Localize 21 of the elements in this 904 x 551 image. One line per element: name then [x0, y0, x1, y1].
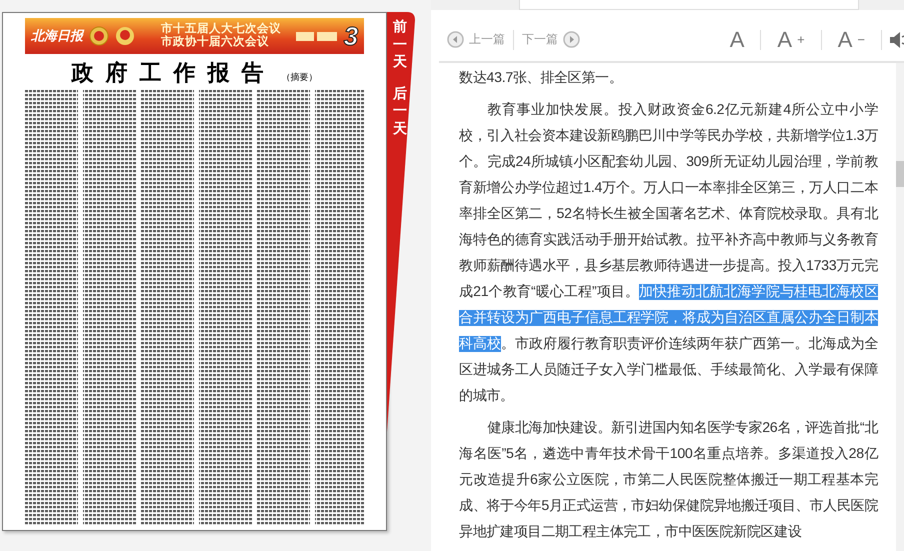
page-number: 3: [344, 23, 358, 49]
scroll-thumb[interactable]: [896, 161, 904, 187]
day-link[interactable]: 后一天: [393, 84, 408, 137]
banner-title: 市十五届人大七次会议: [161, 23, 281, 35]
font-size-button[interactable]: A: [714, 26, 760, 52]
search-field[interactable]: [519, 0, 860, 10]
headline-note: （摘要）: [282, 71, 318, 84]
scroll-bar[interactable]: [896, 63, 904, 551]
previous-article-button[interactable]: 上一篇: [439, 31, 514, 48]
banner-title: 市政协十届六次会议: [161, 36, 270, 49]
date-label-drawing: [296, 30, 338, 42]
emblem-icon: [89, 26, 109, 46]
newspaper-headline: 政府工作报告: [72, 59, 276, 88]
day-link[interactable]: 前一天: [393, 18, 408, 70]
article-paragraph: 数达43.7张、排全区第一。: [459, 69, 624, 88]
newspaper-masthead: 北海日报: [31, 28, 83, 45]
emblem-icon: [115, 26, 135, 46]
next-article-button[interactable]: 下一篇: [514, 31, 588, 48]
article-paragraph: 教育事业加快发展。投入财政资金6.2亿元新建4所公立中小学校，引入社会资本建设新鸥鹏巴川中学等民办学校，共新增学位1.3万个。完成24所城镇小区配套幼儿园、309所无证幼儿园治理，学前教育新增公办学位超过1.4万个。万人口一本率排全区第三，万人口二本率排全区第二，52名特长生被全国著名艺术、体育院校录取。具有北海特色的德育实践活动手册开始试教。拉平补齐高中教师与义务教育教师薪酬待遇水平，县乡基层教师待遇进一步提高。投入1733万元完成21个教育“暖心工程”项目。加快推动北航北海学院与桂电北海校区合并转设为广西电子信息工程学院，将成为自治区直属公办全日制本科高校。市政府履行教育职责评价连续两年获广西第一。北海成为全区进城务工人员随迁子女入学门槛最低、手续最简化、入学最有保障的城市。: [459, 101, 878, 406]
speaker-icon[interactable]: [890, 30, 904, 48]
article-paragraph: 健康北海加快建设。新引进国内知名医学专家26名，评选首批“北海名医”5名，遴选中青年技术骨干100名重点培养。多渠道投入28亿元改造提升6家公立医院，市第二人民医院整体搬迁一期工程基本完成、将于今年5月正式运营，市妇幼保健院异地搬迁项目、市人民医院异地扩建项目二期工程主体完工，市中医医院新院区建设: [459, 419, 878, 542]
